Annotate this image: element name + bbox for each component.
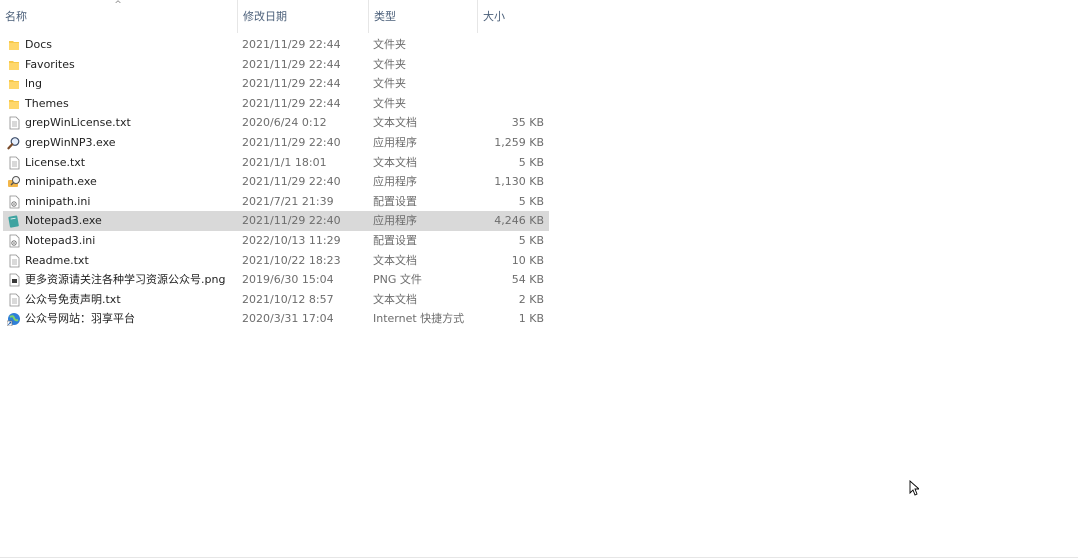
file-size: 1,259 KB <box>494 135 544 149</box>
mouse-cursor-icon <box>909 480 919 496</box>
column-header-type-label: 类型 <box>374 10 396 23</box>
column-header-size[interactable]: 大小 <box>477 0 549 33</box>
column-header-date[interactable]: 修改日期 <box>237 0 368 33</box>
file-date: 2021/10/22 18:23 <box>242 253 341 267</box>
file-date: 2021/10/12 8:57 <box>242 292 334 306</box>
file-name: 更多资源请关注各种学习资源公众号.png <box>25 273 226 287</box>
folder-icon <box>7 58 21 72</box>
file-name: minipath.exe <box>25 175 97 189</box>
file-row[interactable]: Favorites 2021/11/29 22:44 文件夹 <box>3 55 549 75</box>
file-size: 5 KB <box>518 194 544 208</box>
file-date: 2021/11/29 22:44 <box>242 96 341 110</box>
file-row[interactable]: 公众号免责声明.txt 2021/10/12 8:57 文本文档 2 KB <box>3 290 549 310</box>
magnifier-app-icon <box>7 136 21 150</box>
file-type: 配置设置 <box>373 233 417 247</box>
sort-ascending-icon: ^ <box>114 0 122 10</box>
file-type: Internet 快捷方式 <box>373 312 465 326</box>
file-name: 公众号免责声明.txt <box>25 292 121 306</box>
file-type: 应用程序 <box>373 175 417 189</box>
internet-shortcut-icon <box>6 312 21 327</box>
file-name: grepWinLicense.txt <box>25 116 131 130</box>
file-size: 10 KB <box>511 253 544 267</box>
file-name: grepWinNP3.exe <box>25 135 116 149</box>
file-date: 2019/6/30 15:04 <box>242 273 334 287</box>
file-size: 35 KB <box>511 116 544 130</box>
file-name: lng <box>25 77 43 91</box>
file-type: 文本文档 <box>373 116 417 130</box>
file-size: 4,246 KB <box>494 214 544 228</box>
file-row[interactable]: Notepad3.ini 2022/10/13 11:29 配置设置 5 KB <box>3 231 549 251</box>
file-date: 2022/10/13 11:29 <box>242 233 341 247</box>
column-header-type[interactable]: 类型 <box>368 0 477 33</box>
file-type: 文本文档 <box>373 155 417 169</box>
file-size: 5 KB <box>518 233 544 247</box>
file-name: Notepad3.exe <box>25 214 102 228</box>
file-size: 1 KB <box>518 312 544 326</box>
text-file-icon <box>7 254 21 268</box>
folder-icon <box>7 77 21 91</box>
file-name: minipath.ini <box>25 194 91 208</box>
file-date: 2021/11/29 22:40 <box>242 214 341 228</box>
file-row[interactable]: 更多资源请关注各种学习资源公众号.png 2019/6/30 15:04 PNG 文… <box>3 270 549 290</box>
file-list: Docs 2021/11/29 22:44 文件夹 Favorites 2021/11/… <box>0 35 549 329</box>
file-row[interactable]: lng 2021/11/29 22:44 文件夹 <box>3 74 549 94</box>
text-file-icon <box>7 156 21 170</box>
file-size: 5 KB <box>518 155 544 169</box>
file-type: 应用程序 <box>373 214 417 228</box>
column-header-name-label: 名称 <box>5 10 27 23</box>
file-row[interactable]: Themes 2021/11/29 22:44 文件夹 <box>3 94 549 114</box>
file-row[interactable]: Docs 2021/11/29 22:44 文件夹 <box>3 35 549 55</box>
file-type: 应用程序 <box>373 135 417 149</box>
notepad-app-icon <box>7 214 21 228</box>
file-row[interactable]: grepWinNP3.exe 2021/11/29 22:40 应用程序 1,259 … <box>3 133 549 153</box>
file-type: 文本文档 <box>373 292 417 306</box>
file-name: Docs <box>25 38 52 51</box>
file-type: 配置设置 <box>373 194 417 208</box>
file-row[interactable]: License.txt 2021/1/1 18:01 文本文档 5 KB <box>3 153 549 173</box>
file-row[interactable]: Notepad3.exe 2021/11/29 22:40 应用程序 4,246 KB <box>3 211 549 231</box>
file-row[interactable]: minipath.ini 2021/7/21 21:39 配置设置 5 KB <box>3 192 549 212</box>
file-type: 文件夹 <box>373 38 406 51</box>
file-type: 文件夹 <box>373 96 406 110</box>
file-row[interactable]: minipath.exe 2021/11/29 22:40 应用程序 1,130 KB <box>3 172 549 192</box>
file-name: Notepad3.ini <box>25 233 96 247</box>
minipath-app-icon <box>7 175 21 189</box>
file-type: 文件夹 <box>373 57 406 71</box>
file-name: License.txt <box>25 155 86 169</box>
column-header-size-label: 大小 <box>483 10 505 23</box>
file-date: 2020/3/31 17:04 <box>242 312 334 326</box>
text-file-icon <box>7 293 21 307</box>
column-header-date-label: 修改日期 <box>243 10 287 23</box>
folder-icon <box>7 38 21 52</box>
file-date: 2021/11/29 22:44 <box>242 77 341 91</box>
file-name: Themes <box>25 96 69 110</box>
file-date: 2021/11/29 22:44 <box>242 38 341 51</box>
file-row[interactable]: Readme.txt 2021/10/22 18:23 文本文档 10 KB <box>3 251 549 271</box>
image-file-icon <box>7 273 21 287</box>
file-type: 文件夹 <box>373 77 406 91</box>
text-file-icon <box>7 116 21 130</box>
file-name: Readme.txt <box>25 253 89 267</box>
file-row[interactable]: 公众号网站：羽享平台 2020/3/31 17:04 Internet 快捷方式 1 … <box>3 309 549 329</box>
file-date: 2021/11/29 22:40 <box>242 135 341 149</box>
file-size: 54 KB <box>511 273 544 287</box>
file-row[interactable]: grepWinLicense.txt 2020/6/24 0:12 文本文档 35 K… <box>3 113 549 133</box>
file-date: 2021/7/21 21:39 <box>242 194 334 208</box>
file-date: 2021/11/29 22:44 <box>242 57 341 71</box>
file-explorer-pane: 名称 ^ 修改日期 类型 大小 Docs 2021/11/29 22:44 文件夹 F… <box>0 0 1078 558</box>
folder-icon <box>7 97 21 111</box>
file-size: 1,130 KB <box>494 175 544 189</box>
file-name: 公众号网站：羽享平台 <box>25 312 135 326</box>
settings-file-icon <box>7 234 21 248</box>
file-date: 2021/1/1 18:01 <box>242 155 327 169</box>
file-name: Favorites <box>25 57 75 71</box>
file-type: PNG 文件 <box>373 273 422 287</box>
file-date: 2021/11/29 22:40 <box>242 175 341 189</box>
file-type: 文本文档 <box>373 253 417 267</box>
settings-file-icon <box>7 195 21 209</box>
column-header: 名称 ^ 修改日期 类型 大小 <box>0 0 549 33</box>
file-size: 2 KB <box>518 292 544 306</box>
file-date: 2020/6/24 0:12 <box>242 116 327 130</box>
